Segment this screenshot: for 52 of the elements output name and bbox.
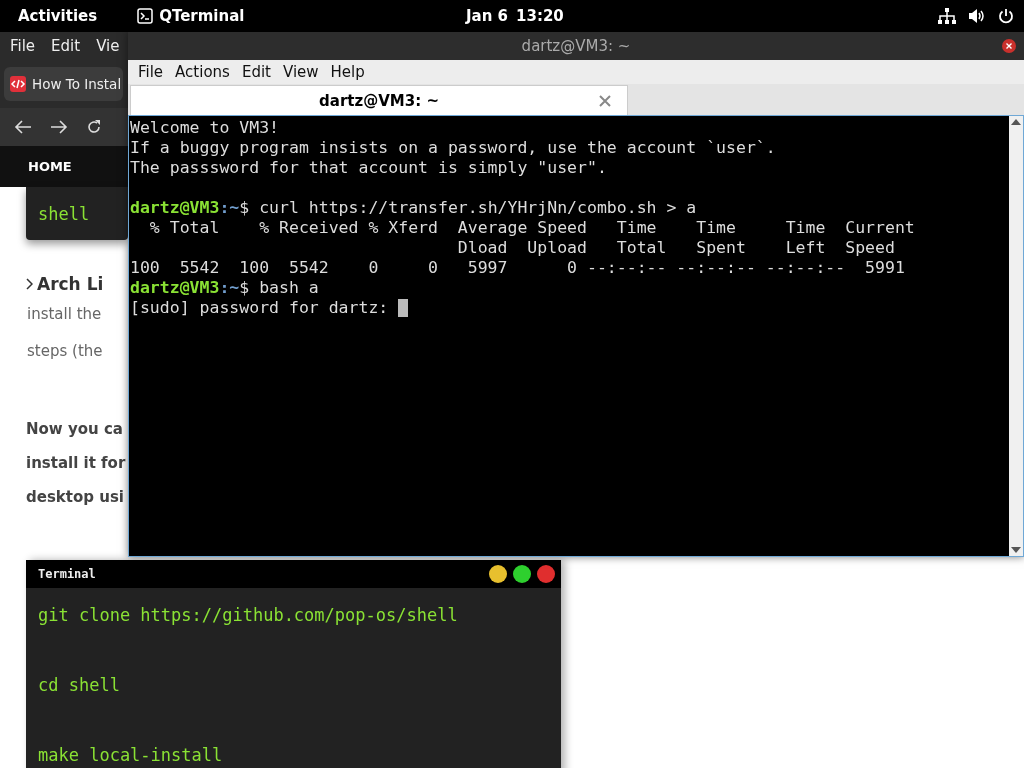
dot-icon [513,565,531,583]
terminal-line: % Total % Received % Xferd Average Speed Time Time Time Current [148,218,916,238]
paragraph-line: steps (the [27,341,103,362]
code-line: cd shell [38,674,121,696]
code-icon [10,76,26,92]
app-menu[interactable]: QTerminal [137,7,245,25]
paragraph-line: desktop usi [26,487,124,508]
dot-icon [489,565,507,583]
menu-item[interactable]: Edit [235,63,277,81]
code-line: make local-install [38,744,224,766]
volume-icon[interactable] [968,8,986,24]
paragraph-line: Now you ca [26,419,123,440]
code-window-title: Terminal [38,567,96,581]
menu-item[interactable]: Help [324,63,371,81]
menu-item[interactable]: File [132,63,170,81]
forward-icon[interactable] [50,119,68,135]
code-line: git clone https://github.com/pop-os/shell [38,604,459,626]
scroll-down-icon[interactable] [1011,547,1021,553]
terminal-line: Welcome to VM3! [130,118,280,138]
terminal-prompt-line: dartz@VM3:~$ bash a [130,278,320,298]
scrollbar[interactable] [1009,116,1023,556]
paragraph-line: install the [27,304,102,325]
dot-icon [537,565,555,583]
paragraph-line: install it for [26,453,126,474]
back-icon[interactable] [14,119,32,135]
power-icon[interactable] [998,8,1014,24]
clock-time[interactable]: 13:20 [516,7,564,25]
terminal-line: Dload Upload Total Spent Left Speed [456,238,896,258]
browser-tab[interactable]: How To Instal [4,67,124,101]
clock-date[interactable]: Jan 6 [466,7,509,25]
nav-link[interactable]: HOME [28,159,72,174]
section-heading: Arch Li [37,274,104,294]
menu-item[interactable]: Edit [45,35,87,57]
code-text: shell [38,203,90,224]
close-icon[interactable] [1002,39,1016,53]
menu-item[interactable]: Vie [90,35,126,57]
terminal-prompt-line: dartz@VM3:~$ curl https://transfer.sh/YHrjNn/combo.sh > a [130,198,698,218]
reload-icon[interactable] [86,119,102,135]
window-title: dartz@VM3: ~ [521,37,631,55]
scroll-up-icon[interactable] [1011,119,1021,125]
menu-item[interactable]: File [4,35,42,57]
menu-item[interactable]: View [276,63,325,81]
terminal-line: [sudo] password for dartz: [130,298,390,318]
terminal-line: 100 5542 100 5542 0 0 5997 0 --:--:-- --:--:-- --:--:-- 5991 [130,258,906,278]
terminal-icon [137,8,154,24]
chevron-icon [26,278,33,290]
terminal-line: If a buggy program insists on a password, use the account `user`. [130,138,777,158]
network-icon[interactable] [938,8,956,24]
terminal-tab[interactable]: dartz@VM3: ~ [130,85,628,115]
menu-item[interactable]: Actions [169,63,236,81]
terminal-line: The passsword for that account is simply "user". [130,158,608,178]
activities-button[interactable]: Activities [18,7,98,25]
